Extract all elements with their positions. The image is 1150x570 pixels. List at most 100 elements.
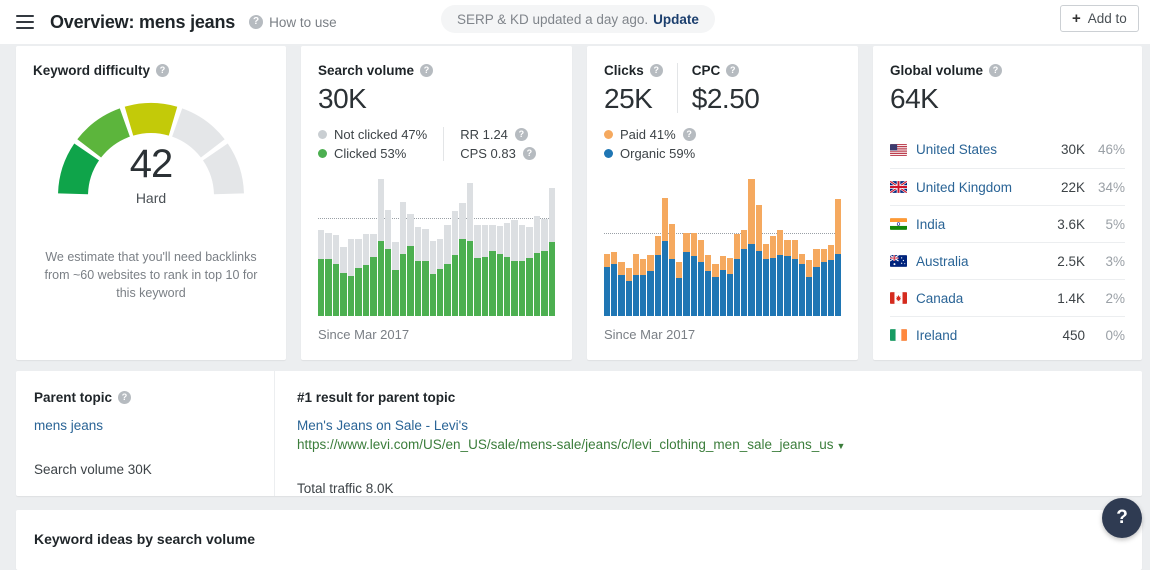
country-name-link[interactable]: Australia bbox=[916, 254, 1057, 269]
country-row[interactable]: Canada1.4K2% bbox=[890, 279, 1125, 316]
bar-stack[interactable] bbox=[640, 176, 646, 316]
cpc-help-icon[interactable]: ? bbox=[726, 64, 739, 77]
bar-stack[interactable] bbox=[633, 176, 639, 316]
bar-stack[interactable] bbox=[348, 176, 354, 316]
bar-stack[interactable] bbox=[519, 176, 525, 316]
bar-stack[interactable] bbox=[655, 176, 661, 316]
bar-stack[interactable] bbox=[459, 176, 465, 316]
bar-stack[interactable] bbox=[444, 176, 450, 316]
bar-stack[interactable] bbox=[705, 176, 711, 316]
country-name-link[interactable]: Ireland bbox=[916, 328, 1062, 343]
bar-stack[interactable] bbox=[474, 176, 480, 316]
bar-stack[interactable] bbox=[835, 176, 841, 316]
search-volume-value: 30K bbox=[318, 85, 572, 113]
bar-segment-not-clicked bbox=[467, 183, 473, 241]
bar-stack[interactable] bbox=[676, 176, 682, 316]
bar-stack[interactable] bbox=[452, 176, 458, 316]
bar-stack[interactable] bbox=[482, 176, 488, 316]
bar-stack[interactable] bbox=[770, 176, 776, 316]
bar-segment-not-clicked bbox=[504, 223, 510, 257]
bar-stack[interactable] bbox=[734, 176, 740, 316]
cps-help-icon[interactable]: ? bbox=[523, 147, 536, 160]
bar-stack[interactable] bbox=[489, 176, 495, 316]
bar-stack[interactable] bbox=[604, 176, 610, 316]
bar-stack[interactable] bbox=[534, 176, 540, 316]
bar-stack[interactable] bbox=[333, 176, 339, 316]
bar-stack[interactable] bbox=[355, 176, 361, 316]
bar-stack[interactable] bbox=[647, 176, 653, 316]
bar-stack[interactable] bbox=[407, 176, 413, 316]
bar-stack[interactable] bbox=[340, 176, 346, 316]
bar-stack[interactable] bbox=[437, 176, 443, 316]
country-row[interactable]: United Kingdom22K34% bbox=[890, 168, 1125, 205]
bar-stack[interactable] bbox=[698, 176, 704, 316]
bar-stack[interactable] bbox=[756, 176, 762, 316]
bar-stack[interactable] bbox=[392, 176, 398, 316]
bar-stack[interactable] bbox=[763, 176, 769, 316]
bar-stack[interactable] bbox=[370, 176, 376, 316]
bar-stack[interactable] bbox=[784, 176, 790, 316]
hamburger-menu-icon[interactable] bbox=[16, 15, 34, 29]
bar-segment-paid bbox=[662, 198, 668, 241]
country-name-link[interactable]: India bbox=[916, 217, 1057, 232]
bar-stack[interactable] bbox=[430, 176, 436, 316]
bar-stack[interactable] bbox=[777, 176, 783, 316]
bar-stack[interactable] bbox=[541, 176, 547, 316]
rr-help-icon[interactable]: ? bbox=[515, 128, 528, 141]
bar-stack[interactable] bbox=[325, 176, 331, 316]
bar-stack[interactable] bbox=[828, 176, 834, 316]
global-volume-help-icon[interactable]: ? bbox=[989, 64, 1002, 77]
bar-stack[interactable] bbox=[611, 176, 617, 316]
keyword-difficulty-help-icon[interactable]: ? bbox=[156, 64, 169, 77]
clicks-legend: Paid 41% ? Organic 59% bbox=[604, 127, 858, 161]
chevron-down-icon[interactable]: ▼ bbox=[837, 441, 846, 451]
country-name-link[interactable]: United States bbox=[916, 142, 1061, 157]
bar-stack[interactable] bbox=[618, 176, 624, 316]
clicks-help-icon[interactable]: ? bbox=[650, 64, 663, 77]
paid-help-icon[interactable]: ? bbox=[683, 128, 696, 141]
help-fab-button[interactable]: ? bbox=[1102, 498, 1142, 538]
bar-stack[interactable] bbox=[683, 176, 689, 316]
country-name-link[interactable]: Canada bbox=[916, 291, 1057, 306]
bar-stack[interactable] bbox=[662, 176, 668, 316]
bar-stack[interactable] bbox=[511, 176, 517, 316]
search-volume-help-icon[interactable]: ? bbox=[420, 64, 433, 77]
country-name-link[interactable]: United Kingdom bbox=[916, 180, 1061, 195]
bar-stack[interactable] bbox=[748, 176, 754, 316]
bar-stack[interactable] bbox=[712, 176, 718, 316]
bar-stack[interactable] bbox=[363, 176, 369, 316]
bar-stack[interactable] bbox=[549, 176, 555, 316]
parent-topic-keyword-link[interactable]: mens jeans bbox=[34, 418, 274, 433]
bar-stack[interactable] bbox=[813, 176, 819, 316]
bar-stack[interactable] bbox=[727, 176, 733, 316]
top-result-link[interactable]: Men's Jeans on Sale - Levi's bbox=[297, 418, 1142, 433]
search-volume-metrics-col: RR 1.24 ? CPS 0.83 ? bbox=[443, 127, 536, 161]
bar-stack[interactable] bbox=[806, 176, 812, 316]
bar-stack[interactable] bbox=[720, 176, 726, 316]
add-to-button[interactable]: + Add to bbox=[1060, 5, 1139, 32]
country-row[interactable]: United States30K46% bbox=[890, 131, 1125, 168]
bar-stack[interactable] bbox=[504, 176, 510, 316]
parent-topic-help-icon[interactable]: ? bbox=[118, 391, 131, 404]
bar-stack[interactable] bbox=[400, 176, 406, 316]
bar-stack[interactable] bbox=[318, 176, 324, 316]
bar-stack[interactable] bbox=[799, 176, 805, 316]
bar-stack[interactable] bbox=[792, 176, 798, 316]
country-row[interactable]: Ireland4500% bbox=[890, 316, 1125, 353]
bar-stack[interactable] bbox=[422, 176, 428, 316]
bar-stack[interactable] bbox=[415, 176, 421, 316]
country-row[interactable]: India3.6K5% bbox=[890, 205, 1125, 242]
country-row[interactable]: Australia2.5K3% bbox=[890, 242, 1125, 279]
bar-stack[interactable] bbox=[526, 176, 532, 316]
bar-stack[interactable] bbox=[467, 176, 473, 316]
update-button[interactable]: Update bbox=[653, 12, 699, 27]
bar-stack[interactable] bbox=[741, 176, 747, 316]
bar-stack[interactable] bbox=[669, 176, 675, 316]
how-to-use-link[interactable]: ? How to use bbox=[249, 15, 337, 30]
bar-stack[interactable] bbox=[691, 176, 697, 316]
bar-stack[interactable] bbox=[626, 176, 632, 316]
bar-stack[interactable] bbox=[497, 176, 503, 316]
bar-stack[interactable] bbox=[385, 176, 391, 316]
bar-stack[interactable] bbox=[821, 176, 827, 316]
bar-stack[interactable] bbox=[378, 176, 384, 316]
